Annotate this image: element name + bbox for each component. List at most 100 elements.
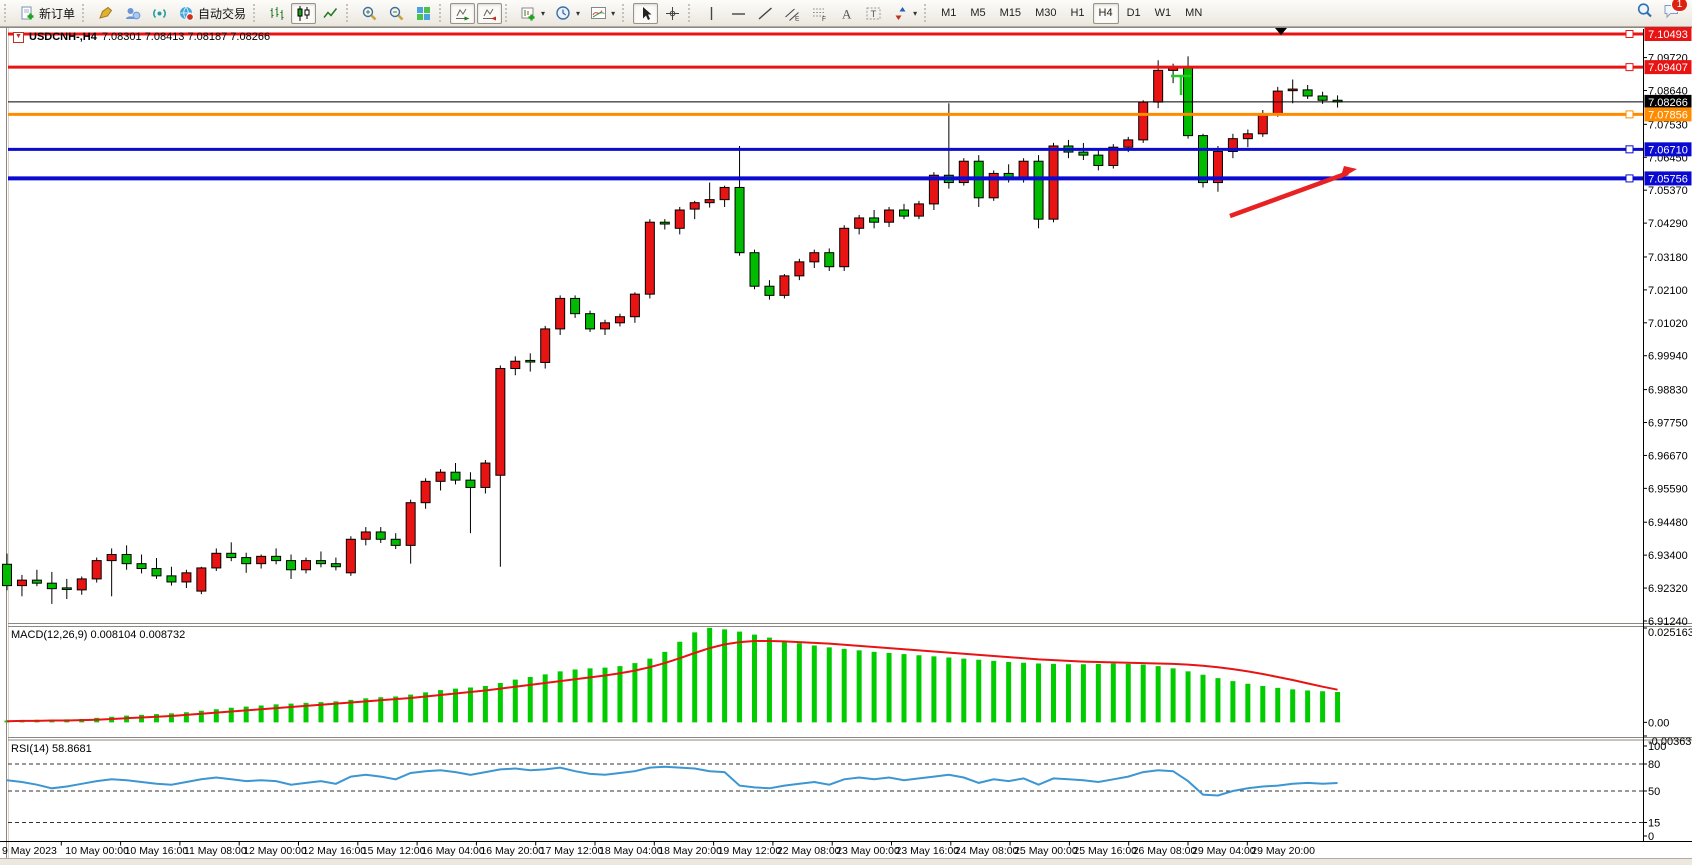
timeframe-h4[interactable]: H4: [1093, 3, 1119, 24]
macd-histogram-bar: [976, 660, 981, 723]
time-label: 25 May 00:00: [1014, 845, 1078, 857]
price-tick-label: 6.93400: [1648, 550, 1688, 562]
macd-histogram-bar: [139, 715, 144, 723]
line-chart-button[interactable]: [318, 3, 343, 24]
macd-histogram-bar: [154, 714, 159, 722]
crosshair-button[interactable]: [660, 3, 685, 24]
periods-dropdown[interactable]: ▾: [551, 3, 584, 24]
signals-button[interactable]: [147, 3, 172, 24]
community-icon: [124, 5, 141, 22]
time-label: 17 May 12:00: [540, 845, 604, 857]
timeframe-m5[interactable]: M5: [964, 3, 991, 24]
new-chart-dropdown[interactable]: ▾: [516, 3, 549, 24]
community-button[interactable]: [120, 3, 145, 24]
text-label-button[interactable]: T: [861, 3, 886, 24]
chat-button[interactable]: 1: [1663, 2, 1680, 24]
candle: [630, 294, 639, 317]
symbol-dropdown-icon[interactable]: ▼: [13, 32, 24, 43]
trendline-button[interactable]: [753, 3, 778, 24]
macd-histogram-bar: [1260, 686, 1265, 722]
fibo-icon: F: [811, 5, 828, 22]
timeframe-d1[interactable]: D1: [1121, 3, 1147, 24]
fibonacci-button[interactable]: F: [807, 3, 832, 24]
arrows-dropdown[interactable]: ▾: [888, 3, 921, 24]
bar-chart-button[interactable]: [264, 3, 289, 24]
vertical-line-button[interactable]: [699, 3, 724, 24]
macd-histogram-bar: [1051, 664, 1056, 723]
candle: [451, 472, 460, 480]
new-order-button[interactable]: 新订单: [15, 3, 79, 24]
timeframe-m30[interactable]: M30: [1029, 3, 1062, 24]
time-label: 18 May 04:00: [599, 845, 663, 857]
candle: [77, 579, 86, 590]
line-anchor-handle[interactable]: [1626, 146, 1633, 153]
search-button[interactable]: [1636, 2, 1653, 24]
timeframe-m1-label: M1: [939, 6, 958, 20]
macd-histogram-bar: [244, 707, 249, 723]
macd-histogram-bar: [752, 635, 757, 723]
macd-histogram-bar: [1141, 665, 1146, 723]
time-label: 19 May 12:00: [718, 845, 782, 857]
timeframe-h4-label: H4: [1097, 6, 1115, 20]
text-t-icon: T: [865, 5, 882, 22]
macd-histogram-bar: [184, 712, 189, 722]
candle: [197, 568, 206, 591]
chevron-down-icon: ▾: [913, 9, 917, 18]
equidistant-channel-button[interactable]: E: [780, 3, 805, 24]
price-tick-label: 7.04290: [1648, 218, 1688, 230]
macd-histogram-bar: [214, 709, 219, 722]
chart-shift-button[interactable]: [477, 3, 502, 24]
price-tick-label: 6.92320: [1648, 583, 1688, 595]
macd-indicator-label: MACD(12,26,9) 0.008104 0.008732: [11, 629, 185, 641]
price-tick-label: 6.97750: [1648, 418, 1688, 430]
line-anchor-handle[interactable]: [1626, 64, 1633, 71]
candle: [62, 588, 71, 590]
macd-histogram-bar: [887, 653, 892, 722]
macd-histogram-bar: [961, 659, 966, 723]
svg-text:T: T: [871, 9, 877, 20]
candle: [870, 218, 879, 222]
candle: [361, 532, 370, 539]
autotrading-button[interactable]: 自动交易: [174, 3, 250, 24]
zoom-in-button[interactable]: [357, 3, 382, 24]
horizontal-line-button[interactable]: [726, 3, 751, 24]
timeframe-w1-label: W1: [1153, 6, 1174, 20]
hline-icon: [730, 5, 747, 22]
price-chart[interactable]: 7.097207.086407.075307.064507.053707.042…: [0, 27, 1692, 865]
macd-histogram-bar: [632, 663, 637, 722]
price-level-badge-label: 7.05756: [1648, 173, 1688, 185]
timeframe-m1[interactable]: M1: [935, 3, 962, 24]
editor-button[interactable]: [93, 3, 118, 24]
line-anchor-handle[interactable]: [1626, 111, 1633, 118]
timeframe-w1[interactable]: W1: [1149, 3, 1178, 24]
timeframe-h1-label: H1: [1068, 6, 1086, 20]
tile-windows-button[interactable]: [411, 3, 436, 24]
toolbar-group-grip: [4, 4, 10, 22]
candle: [212, 553, 221, 568]
chart-window: 7.097207.086407.075307.064507.053707.042…: [0, 27, 1692, 865]
price-level-badge-label: 7.07856: [1648, 109, 1688, 121]
candle: [32, 580, 41, 583]
time-label: 22 May 08:00: [777, 845, 841, 857]
tile-windows-icon: [415, 5, 432, 22]
svg-text:E: E: [795, 15, 800, 22]
line-anchor-handle[interactable]: [1626, 31, 1633, 38]
candle: [914, 204, 923, 216]
time-label: 23 May 16:00: [896, 845, 960, 857]
timeframe-h1[interactable]: H1: [1064, 3, 1090, 24]
cursor-button[interactable]: [633, 3, 658, 24]
macd-histogram-bar: [916, 655, 921, 722]
timeframe-mn[interactable]: MN: [1179, 3, 1208, 24]
macd-histogram-bar: [677, 642, 682, 723]
indicators-dropdown[interactable]: ▾: [586, 3, 619, 24]
macd-histogram-bar: [1290, 689, 1295, 722]
zoom-out-button[interactable]: [384, 3, 409, 24]
candle: [885, 210, 894, 222]
text-button[interactable]: A: [834, 3, 859, 24]
line-anchor-handle[interactable]: [1626, 175, 1633, 182]
candlestick-chart-button[interactable]: [291, 3, 316, 24]
macd-histogram-bar: [812, 645, 817, 722]
time-label: 15 May 12:00: [362, 845, 426, 857]
auto-scroll-button[interactable]: [450, 3, 475, 24]
timeframe-m15[interactable]: M15: [994, 3, 1027, 24]
